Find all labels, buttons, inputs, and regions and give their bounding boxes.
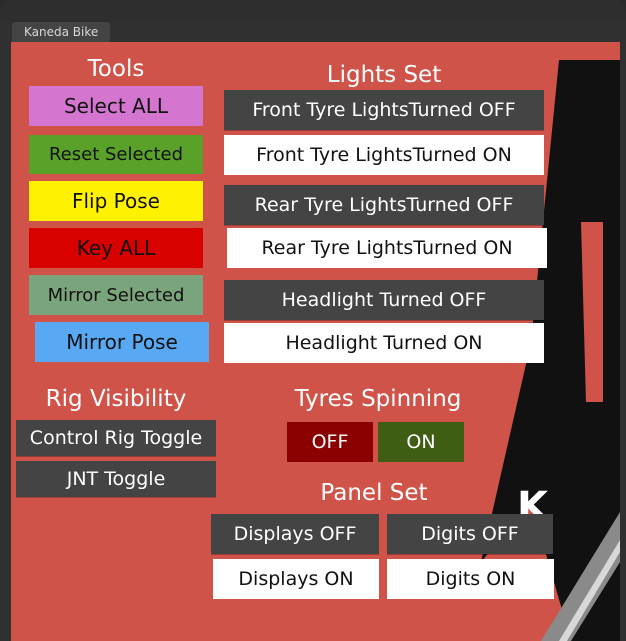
- displays-on-button[interactable]: Displays ON: [213, 559, 379, 599]
- digits-off-button[interactable]: Digits OFF: [387, 514, 553, 554]
- displays-off-button[interactable]: Displays OFF: [211, 514, 379, 554]
- tyres-spinning-off-button[interactable]: OFF: [287, 422, 373, 462]
- front-tyre-lights-off-button[interactable]: Front Tyre LightsTurned OFF: [224, 90, 544, 130]
- panel-set-heading: Panel Set: [320, 480, 428, 506]
- rear-tyre-lights-on-button[interactable]: Rear Tyre LightsTurned ON: [227, 228, 547, 268]
- flip-pose-button[interactable]: Flip Pose: [29, 181, 203, 221]
- tyres-spinning-heading: Tyres Spinning: [294, 386, 462, 412]
- tab-kaneda-bike[interactable]: Kaneda Bike: [12, 22, 111, 42]
- mirror-pose-button[interactable]: Mirror Pose: [35, 322, 209, 362]
- stripe-graphic-light: [559, 540, 620, 641]
- headlight-off-button[interactable]: Headlight Turned OFF: [224, 280, 544, 320]
- logo-letter-counter: [581, 222, 603, 402]
- control-rig-toggle-button[interactable]: Control Rig Toggle: [16, 420, 216, 456]
- lights-set-heading: Lights Set: [326, 62, 442, 88]
- key-all-button[interactable]: Key ALL: [29, 228, 203, 268]
- select-all-button[interactable]: Select ALL: [29, 86, 203, 126]
- rig-visibility-heading: Rig Visibility: [45, 386, 187, 412]
- tyres-spinning-on-button[interactable]: ON: [378, 422, 464, 462]
- control-panel: K A Tools Select ALL Reset Selected Flip…: [11, 42, 620, 641]
- tools-heading: Tools: [87, 56, 145, 82]
- front-tyre-lights-on-button[interactable]: Front Tyre LightsTurned ON: [224, 135, 544, 175]
- tool-window: Kaneda Bike K A Tools Select ALL Reset S…: [0, 0, 626, 641]
- rear-tyre-lights-off-button[interactable]: Rear Tyre LightsTurned OFF: [224, 185, 544, 225]
- headlight-on-button[interactable]: Headlight Turned ON: [224, 323, 544, 363]
- reset-selected-button[interactable]: Reset Selected: [29, 135, 203, 174]
- title-bar: [0, 0, 626, 22]
- digits-on-button[interactable]: Digits ON: [387, 559, 554, 599]
- mirror-selected-button[interactable]: Mirror Selected: [29, 275, 203, 315]
- jnt-toggle-button[interactable]: JNT Toggle: [16, 461, 216, 497]
